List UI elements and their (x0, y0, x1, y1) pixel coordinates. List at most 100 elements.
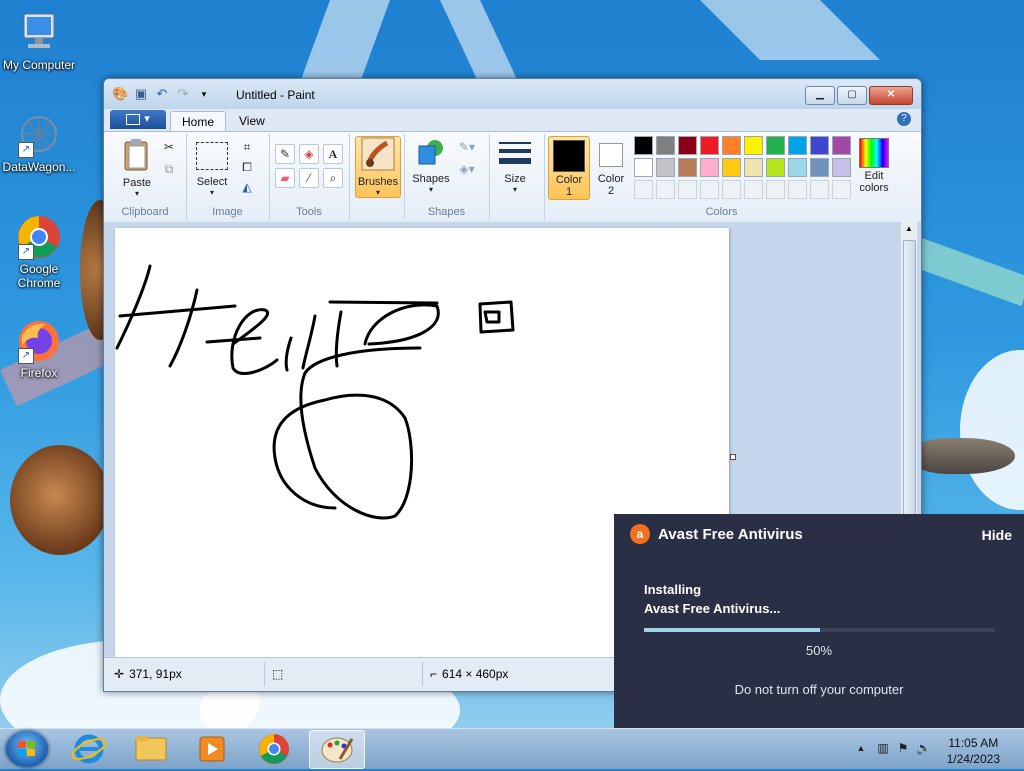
network-icon[interactable]: ▥ (876, 741, 890, 755)
help-icon[interactable]: ? (897, 112, 911, 126)
text-icon[interactable]: A (323, 144, 343, 164)
brushes-button[interactable]: Brushes ▾ (355, 136, 401, 198)
clipboard-group: Paste ▾ ✂ ⧉ Clipboard (104, 134, 187, 220)
edit-colors-button[interactable]: Edit colors (852, 138, 896, 194)
color-picker-icon[interactable]: ⁄ (299, 168, 319, 188)
custom-color-slot[interactable] (656, 180, 675, 199)
palette-color-swatch[interactable] (656, 136, 675, 155)
save-icon[interactable]: ▣ (133, 86, 149, 102)
palette-color-swatch[interactable] (766, 136, 785, 155)
tab-home[interactable]: Home (170, 111, 227, 132)
custom-color-slot[interactable] (744, 180, 763, 199)
taskbar-file-explorer[interactable] (124, 730, 178, 767)
custom-color-slot[interactable] (678, 180, 697, 199)
palette-color-swatch[interactable] (700, 158, 719, 177)
canvas-resize-handle[interactable] (730, 454, 736, 460)
palette-color-swatch[interactable] (700, 136, 719, 155)
palette-color-swatch[interactable] (788, 158, 807, 177)
paste-button[interactable]: Paste ▾ (112, 138, 162, 198)
desktop-icon-datawagon[interactable]: ↗ DataWagon... (1, 112, 77, 174)
custom-color-slot[interactable] (832, 180, 851, 199)
brushes-group: Brushes ▾ (349, 134, 405, 220)
group-label: Tools (296, 206, 322, 218)
shapes-button[interactable]: Shapes ▾ (410, 138, 452, 194)
title-bar[interactable]: 🎨 ▣ ↶ ↷ ▾ Untitled - Paint ▁ ▢ ✕ (104, 79, 921, 109)
rotate-icon[interactable]: ◭ (238, 178, 256, 196)
undo-icon[interactable]: ↶ (154, 86, 170, 102)
action-center-flag-icon[interactable]: ⚑ (896, 741, 910, 755)
palette-color-swatch[interactable] (678, 158, 697, 177)
palette-color-swatch[interactable] (744, 158, 763, 177)
volume-icon[interactable]: 🔈 (916, 741, 931, 755)
palette-color-swatch[interactable] (722, 158, 741, 177)
chrome-icon: ↗ (16, 214, 62, 260)
palette-color-swatch[interactable] (634, 136, 653, 155)
light-ray (700, 0, 880, 60)
maximize-button[interactable]: ▢ (837, 86, 867, 105)
color1-button[interactable]: Color 1 (548, 136, 590, 200)
close-button[interactable]: ✕ (869, 86, 913, 105)
taskbar-media-player[interactable] (185, 730, 239, 767)
select-button[interactable]: Select ▾ (192, 138, 232, 197)
palette-color-swatch[interactable] (766, 158, 785, 177)
palette-color-swatch[interactable] (722, 136, 741, 155)
group-label: Colors (705, 206, 738, 218)
palette-color-swatch[interactable] (810, 136, 829, 155)
copy-icon[interactable]: ⧉ (160, 160, 178, 178)
install-status: Installing (644, 582, 702, 597)
desktop-icon-google-chrome[interactable]: ↗ Google Chrome (1, 214, 77, 290)
customize-qat-icon[interactable]: ▾ (196, 86, 212, 102)
image-group: Select ▾ ⌗ ⧠ ◭ Image (186, 134, 270, 220)
shapes-icon (410, 138, 452, 171)
custom-color-slot[interactable] (700, 180, 719, 199)
taskbar-google-chrome[interactable] (247, 730, 301, 767)
palette-color-swatch[interactable] (832, 158, 851, 177)
pencil-icon[interactable]: ✎ (275, 144, 295, 164)
resize-icon[interactable]: ⧠ (238, 158, 256, 176)
desktop-icon-label: Google Chrome (17, 262, 61, 290)
custom-color-slot[interactable] (722, 180, 741, 199)
fill-icon[interactable]: ◈ (299, 144, 319, 164)
palette-color-swatch[interactable] (634, 158, 653, 177)
crop-icon[interactable]: ⌗ (238, 138, 256, 156)
outline-icon[interactable]: ✎▾ (458, 138, 476, 156)
palette-color-swatch[interactable] (788, 136, 807, 155)
canvas-size: ⌐ 614 × 460px (430, 667, 509, 681)
redo-icon[interactable]: ↷ (175, 86, 191, 102)
fill-shape-icon[interactable]: ◈▾ (458, 160, 476, 178)
taskbar-paint[interactable] (309, 730, 365, 769)
start-button[interactable] (6, 731, 48, 767)
paint-menu-button[interactable]: ▾ (110, 110, 166, 129)
edit-colors-icon (859, 138, 889, 168)
paint-app-icon[interactable]: 🎨 (112, 86, 128, 102)
minimize-button[interactable]: ▁ (805, 86, 835, 105)
cut-icon[interactable]: ✂ (160, 138, 178, 156)
avast-install-popup: a Avast Free Antivirus Hide Installing A… (614, 514, 1024, 728)
avast-logo-icon: a (630, 524, 650, 544)
desktop-icon-my-computer[interactable]: My Computer (1, 10, 77, 72)
desktop-icon-firefox[interactable]: ↗ Firefox (1, 318, 77, 380)
custom-color-slot[interactable] (788, 180, 807, 199)
brush-icon (356, 137, 400, 174)
eraser-icon[interactable]: ▰ (275, 168, 295, 188)
custom-color-slot[interactable] (766, 180, 785, 199)
custom-color-slot[interactable] (810, 180, 829, 199)
clock[interactable]: 11:05 AM 1/24/2023 (947, 735, 1000, 767)
palette-color-swatch[interactable] (744, 136, 763, 155)
custom-color-slot[interactable] (634, 180, 653, 199)
taskbar-internet-explorer[interactable] (62, 730, 116, 767)
size-button[interactable]: Size ▾ (495, 138, 535, 194)
palette-color-swatch[interactable] (810, 158, 829, 177)
color2-button[interactable]: Color 2 (592, 136, 630, 198)
scroll-up-icon[interactable]: ▲ (905, 224, 913, 233)
show-hidden-icons-icon[interactable]: ▲ (854, 741, 868, 755)
ribbon-tabs: ▾ Home View ? (104, 109, 921, 132)
palette-color-swatch[interactable] (832, 136, 851, 155)
palette-color-swatch[interactable] (656, 158, 675, 177)
turtle-head (10, 445, 110, 555)
magnifier-icon[interactable]: ⌕ (323, 168, 343, 188)
tab-view[interactable]: View (228, 111, 276, 131)
hide-button[interactable]: Hide (982, 527, 1012, 543)
quick-access-toolbar: 🎨 ▣ ↶ ↷ ▾ (112, 86, 212, 102)
palette-color-swatch[interactable] (678, 136, 697, 155)
